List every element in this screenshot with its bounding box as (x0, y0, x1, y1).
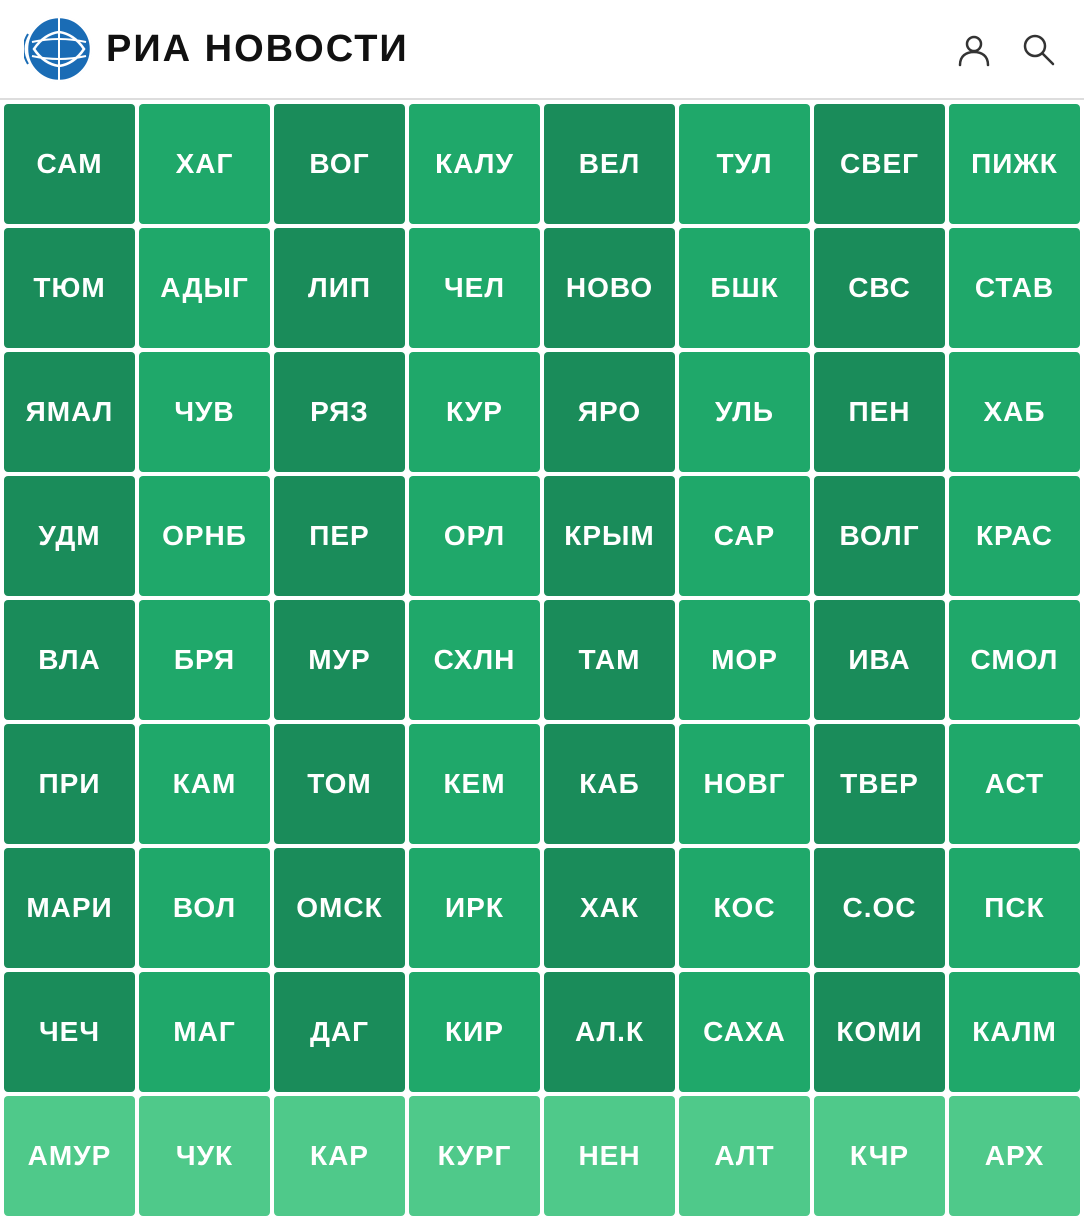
region-cell[interactable]: ЧУК (139, 1096, 270, 1216)
region-cell[interactable]: ПРИ (4, 724, 135, 844)
region-cell[interactable]: СМОЛ (949, 600, 1080, 720)
header: РИА НОВОСТИ (0, 0, 1084, 100)
region-cell[interactable]: ПЕН (814, 352, 945, 472)
region-cell[interactable]: ТОМ (274, 724, 405, 844)
region-cell[interactable]: УЛЬ (679, 352, 810, 472)
ria-logo-icon (24, 14, 94, 84)
region-cell[interactable]: ЧЕЧ (4, 972, 135, 1092)
region-cell[interactable]: ПИЖК (949, 104, 1080, 224)
region-cell[interactable]: ХАГ (139, 104, 270, 224)
region-cell[interactable]: ПЕР (274, 476, 405, 596)
grid-row-5: ПРИКАМТОМКЕМКАБНОВГТВЕРАСТ (0, 724, 1084, 844)
region-cell[interactable]: ВЕЛ (544, 104, 675, 224)
region-cell[interactable]: ПСК (949, 848, 1080, 968)
region-cell[interactable]: ТЮМ (4, 228, 135, 348)
region-cell[interactable]: С.ОС (814, 848, 945, 968)
user-icon (956, 31, 992, 67)
grid-row-7: ЧЕЧМАГДАГКИРАЛ.КСАХАКОМИКАЛМ (0, 972, 1084, 1092)
logo-container: РИА НОВОСТИ (24, 14, 409, 84)
region-cell[interactable]: РЯЗ (274, 352, 405, 472)
region-cell[interactable]: АМУР (4, 1096, 135, 1216)
region-cell[interactable]: НЕН (544, 1096, 675, 1216)
region-grid: САМХАГВОГКАЛУВЕЛТУЛСВЕГПИЖКТЮМАДЫГЛИПЧЕЛ… (0, 104, 1084, 1216)
region-cell[interactable]: КИР (409, 972, 540, 1092)
region-cell[interactable]: ВОЛГ (814, 476, 945, 596)
region-cell[interactable]: КАБ (544, 724, 675, 844)
region-cell[interactable]: ХАБ (949, 352, 1080, 472)
region-cell[interactable]: СВС (814, 228, 945, 348)
grid-row-6: МАРИВОЛОМСКИРКХАККОСС.ОСПСК (0, 848, 1084, 968)
region-cell[interactable]: КЕМ (409, 724, 540, 844)
grid-row-4: ВЛАБРЯМУРСХЛНТАММОРИВАСМОЛ (0, 600, 1084, 720)
region-cell[interactable]: КАР (274, 1096, 405, 1216)
region-cell[interactable]: АДЫГ (139, 228, 270, 348)
region-cell[interactable]: АРХ (949, 1096, 1080, 1216)
region-cell[interactable]: УДМ (4, 476, 135, 596)
region-cell[interactable]: НОВГ (679, 724, 810, 844)
region-cell[interactable]: ЧЕЛ (409, 228, 540, 348)
region-cell[interactable]: ОРЛ (409, 476, 540, 596)
region-cell[interactable]: ИВА (814, 600, 945, 720)
region-cell[interactable]: ВОГ (274, 104, 405, 224)
region-cell[interactable]: НОВО (544, 228, 675, 348)
region-cell[interactable]: АСТ (949, 724, 1080, 844)
region-cell[interactable]: КАЛУ (409, 104, 540, 224)
region-cell[interactable]: ОМСК (274, 848, 405, 968)
grid-row-2: ЯМАЛЧУВРЯЗКУРЯРОУЛЬПЕНХАБ (0, 352, 1084, 472)
header-icons (952, 27, 1060, 71)
region-cell[interactable]: ВОЛ (139, 848, 270, 968)
logo-text: РИА НОВОСТИ (106, 28, 409, 71)
region-cell[interactable]: СХЛН (409, 600, 540, 720)
region-cell[interactable]: САХА (679, 972, 810, 1092)
grid-row-0: САМХАГВОГКАЛУВЕЛТУЛСВЕГПИЖК (0, 104, 1084, 224)
region-cell[interactable]: КЧР (814, 1096, 945, 1216)
user-button[interactable] (952, 27, 996, 71)
region-cell[interactable]: КУР (409, 352, 540, 472)
region-cell[interactable]: АЛТ (679, 1096, 810, 1216)
region-cell[interactable]: БШК (679, 228, 810, 348)
region-cell[interactable]: ЯРО (544, 352, 675, 472)
region-cell[interactable]: ЯМАЛ (4, 352, 135, 472)
region-cell[interactable]: ТУЛ (679, 104, 810, 224)
search-button[interactable] (1016, 27, 1060, 71)
region-cell[interactable]: ЧУВ (139, 352, 270, 472)
region-cell[interactable]: САР (679, 476, 810, 596)
region-cell[interactable]: КОМИ (814, 972, 945, 1092)
region-cell[interactable]: ВЛА (4, 600, 135, 720)
region-cell[interactable]: ТАМ (544, 600, 675, 720)
region-cell[interactable]: КАЛМ (949, 972, 1080, 1092)
region-cell[interactable]: АЛ.К (544, 972, 675, 1092)
region-cell[interactable]: ТВЕР (814, 724, 945, 844)
search-icon (1020, 31, 1056, 67)
region-cell[interactable]: ДАГ (274, 972, 405, 1092)
grid-row-1: ТЮМАДЫГЛИПЧЕЛНОВОБШКСВССТАВ (0, 228, 1084, 348)
region-cell[interactable]: МАРИ (4, 848, 135, 968)
region-cell[interactable]: МОР (679, 600, 810, 720)
region-cell[interactable]: БРЯ (139, 600, 270, 720)
region-cell[interactable]: МАГ (139, 972, 270, 1092)
region-cell[interactable]: КОС (679, 848, 810, 968)
region-cell[interactable]: ХАК (544, 848, 675, 968)
region-cell[interactable]: МУР (274, 600, 405, 720)
region-cell[interactable]: СТАВ (949, 228, 1080, 348)
region-cell[interactable]: ЛИП (274, 228, 405, 348)
grid-row-8: АМУРЧУККАРКУРГНЕНАЛТКЧРАРХ (0, 1096, 1084, 1216)
region-cell[interactable]: КАМ (139, 724, 270, 844)
region-cell[interactable]: ОРНБ (139, 476, 270, 596)
region-cell[interactable]: ИРК (409, 848, 540, 968)
region-cell[interactable]: СВЕГ (814, 104, 945, 224)
region-cell[interactable]: КРЫМ (544, 476, 675, 596)
region-cell[interactable]: КУРГ (409, 1096, 540, 1216)
region-cell[interactable]: САМ (4, 104, 135, 224)
region-cell[interactable]: КРАС (949, 476, 1080, 596)
grid-row-3: УДМОРНБПЕРОРЛКРЫМСАРВОЛГКРАС (0, 476, 1084, 596)
